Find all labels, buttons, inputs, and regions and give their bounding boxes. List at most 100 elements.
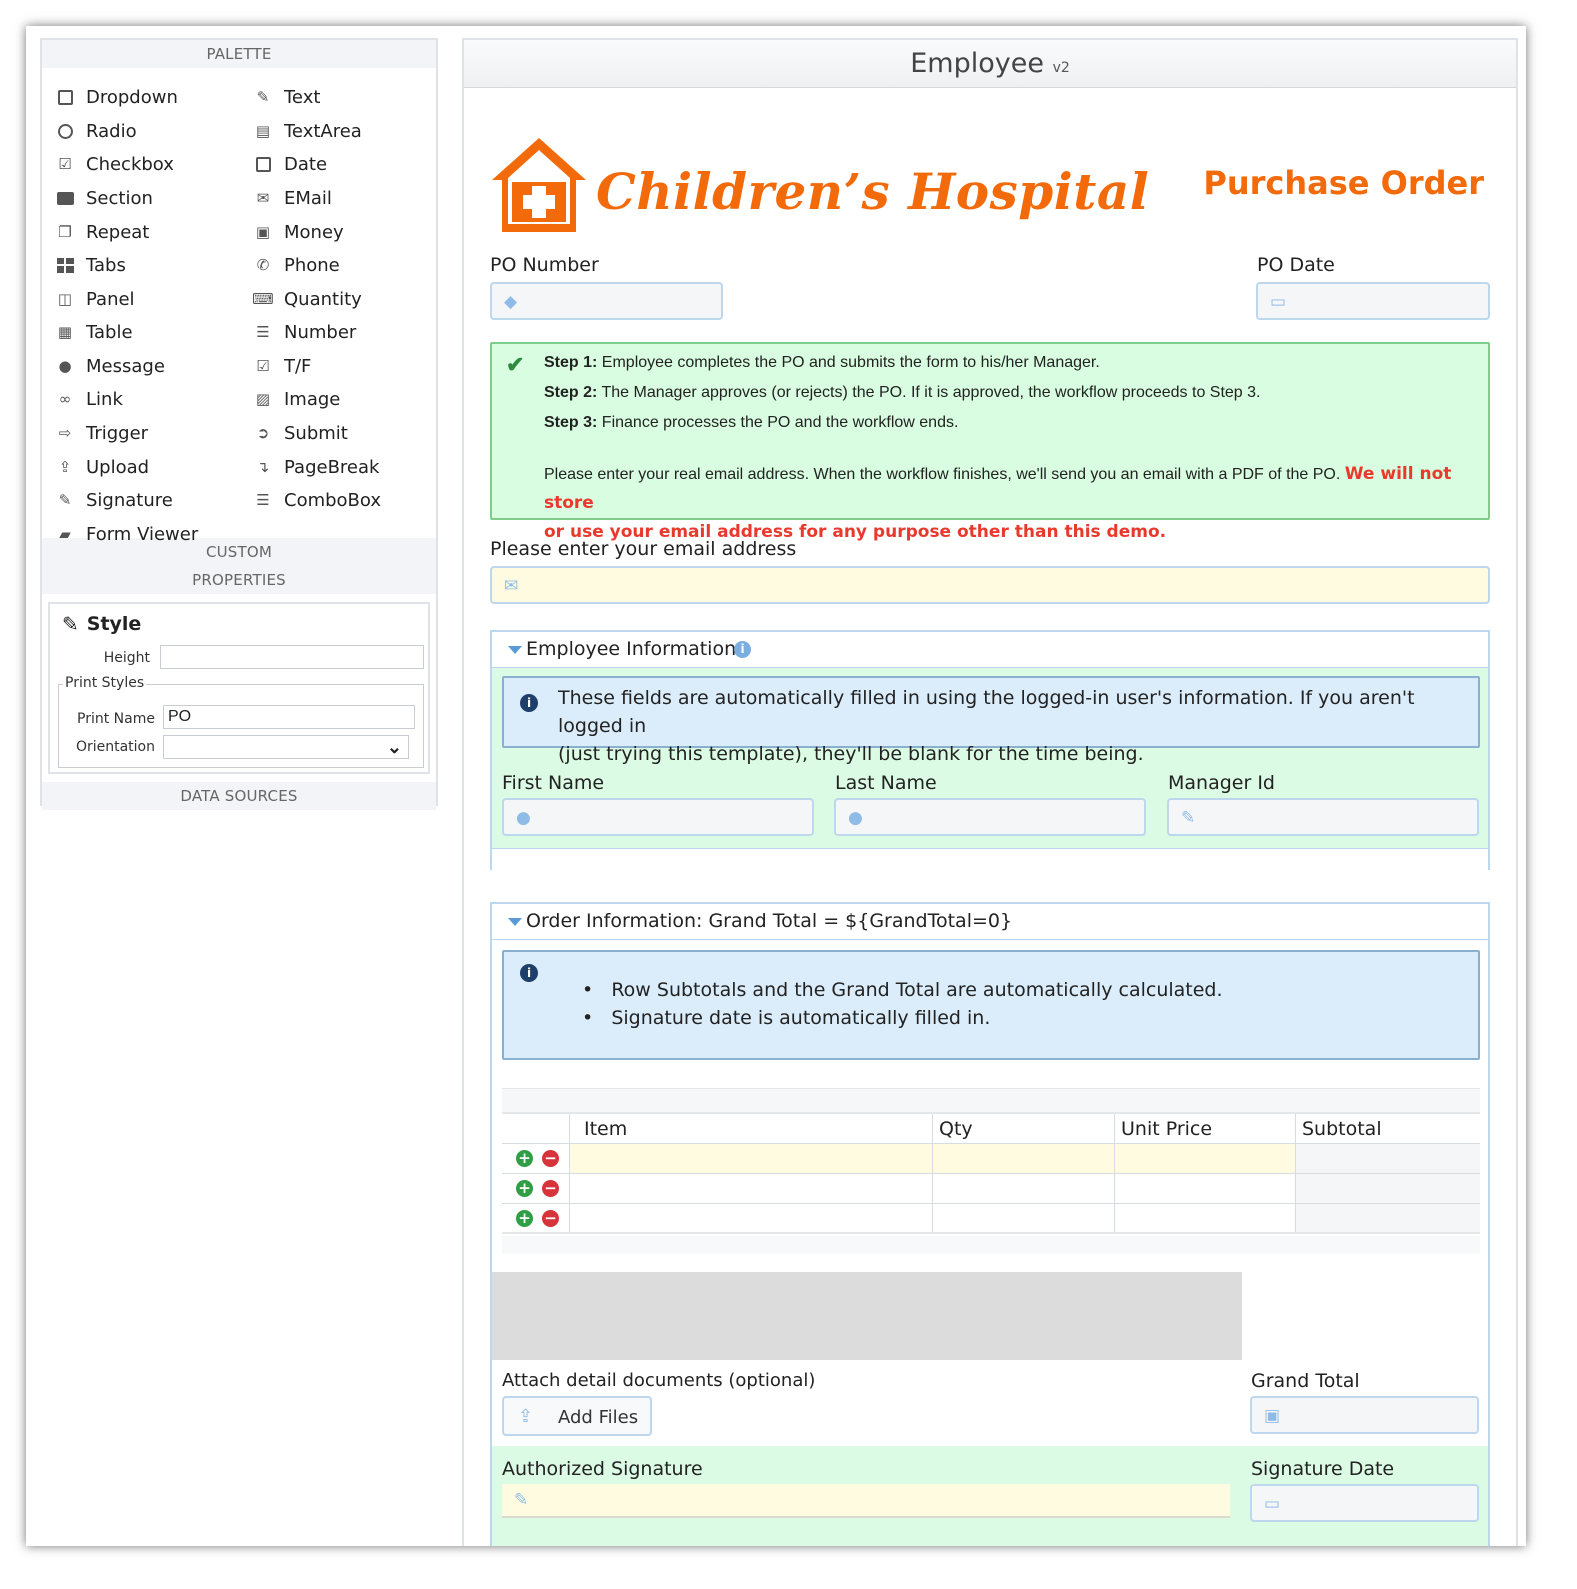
palette-item-submit[interactable]: ➲ Submit [252, 418, 348, 448]
palette-item-money[interactable]: ▣ Money [252, 217, 344, 247]
palette-item-tf[interactable]: ☑ T/F [252, 351, 311, 381]
style-title-label: Style [86, 613, 142, 635]
palette-item-label: Number [284, 321, 357, 343]
palette-item-checkbox[interactable]: ☑ Checkbox [54, 149, 174, 179]
palette-item-repeat[interactable]: ❐ Repeat [54, 217, 149, 247]
palette-item-panel[interactable]: ◫ Panel [54, 284, 135, 314]
unit-price-cell[interactable] [1115, 1144, 1296, 1173]
palette-item-label: Image [284, 388, 341, 410]
check-icon: ✔ [506, 352, 525, 377]
column-header-qty[interactable]: Qty [933, 1114, 1115, 1143]
remove-row-icon[interactable]: − [542, 1180, 559, 1197]
manager-id-input[interactable]: ✎ [1167, 798, 1479, 836]
orientation-select[interactable]: ⌄ [163, 735, 409, 759]
order-panel-header[interactable]: Order Information: Grand Total = ${Grand… [492, 904, 1488, 940]
add-files-button[interactable]: ⇪ Add Files [502, 1396, 652, 1436]
add-row-icon[interactable]: + [516, 1180, 533, 1197]
palette-item-date[interactable]: Date [252, 149, 327, 179]
email-input[interactable]: ✉ [490, 566, 1490, 604]
palette-item-combobox[interactable]: ☰ ComboBox [252, 485, 381, 515]
palette-item-radio[interactable]: Radio [54, 116, 137, 146]
qty-cell[interactable] [933, 1144, 1115, 1173]
first-name-input[interactable]: ● [502, 798, 814, 836]
column-header-subtotal[interactable]: Subtotal [1296, 1114, 1480, 1143]
column-header-unit-price[interactable]: Unit Price [1115, 1114, 1296, 1143]
attach-documents-label: Attach detail documents (optional) [502, 1370, 816, 1391]
add-files-label: Add Files [558, 1407, 639, 1428]
palette-item-textarea[interactable]: ▤ TextArea [252, 116, 362, 146]
signature-pad[interactable]: ✎ [502, 1484, 1230, 1518]
palette-item-label: Tabs [86, 254, 126, 276]
level-down-icon: ↴ [256, 458, 270, 476]
height-input[interactable] [160, 645, 424, 669]
palette-item-tabs[interactable]: Tabs [54, 250, 126, 280]
bullet-item: • Signature date is automatically filled… [582, 1007, 991, 1029]
palette-item-message[interactable]: ● Message [54, 351, 164, 381]
unit-price-cell[interactable] [1115, 1204, 1296, 1232]
palette-item-upload[interactable]: ⇪ Upload [54, 452, 149, 482]
add-row-icon[interactable]: + [516, 1210, 533, 1227]
palette-item-label: Signature [86, 489, 173, 511]
info-circle-icon: i [520, 694, 538, 712]
palette-item-email[interactable]: ✉ EMail [252, 183, 332, 213]
print-styles-fieldset: Print Styles Print Name PO Orientation ⌄ [58, 675, 424, 768]
item-cell[interactable] [570, 1144, 933, 1173]
column-header-item[interactable]: Item [570, 1114, 933, 1143]
palette-item-link[interactable]: ∞ Link [54, 384, 123, 414]
remove-row-icon[interactable]: − [542, 1150, 559, 1167]
order-info-bullets: • Row Subtotals and the Grand Total are … [582, 976, 1223, 1032]
last-name-input[interactable]: ● [834, 798, 1146, 836]
step-label: Step 3: [544, 414, 598, 431]
file-drop-area[interactable] [492, 1272, 1242, 1360]
unit-price-cell[interactable] [1115, 1174, 1296, 1203]
palette-item-label: Link [86, 388, 123, 410]
row-actions-header [502, 1114, 570, 1143]
palette-item-pagebreak[interactable]: ↴ PageBreak [252, 452, 380, 482]
table-footer [502, 1236, 1480, 1254]
palette-item-quantity[interactable]: ⌨ Quantity [252, 284, 362, 314]
palette-item-signature[interactable]: ✎ Signature [54, 485, 173, 515]
calendar-icon [252, 155, 274, 173]
palette-item-label: Quantity [284, 288, 362, 310]
info-icon[interactable]: i [734, 641, 751, 658]
employee-panel-header[interactable]: Employee Information i [492, 632, 1488, 668]
link-icon: ∞ [58, 390, 72, 408]
palette-item-text[interactable]: ✎ Text [252, 82, 321, 112]
caret-down-icon[interactable] [508, 918, 522, 926]
table-row: + − [502, 1204, 1480, 1234]
palette-item-section[interactable]: Section [54, 183, 153, 213]
palette-item-label: Date [284, 153, 328, 175]
textarea-icon: ▤ [255, 122, 271, 140]
po-number-input[interactable]: ◆ [490, 282, 723, 320]
print-styles-legend: Print Styles [63, 675, 147, 691]
table-row: + − [502, 1144, 1480, 1174]
item-cell[interactable] [570, 1174, 933, 1203]
item-cell[interactable] [570, 1204, 933, 1232]
properties-header[interactable]: PROPERTIES [42, 566, 436, 594]
add-row-icon[interactable]: + [516, 1150, 533, 1167]
palette-item-number[interactable]: ☰ Number [252, 317, 356, 347]
palette-item-label: Text [284, 86, 321, 108]
palette-item-label: Radio [86, 120, 137, 142]
user-icon: ● [848, 808, 863, 828]
po-date-input[interactable]: ▭ [1256, 282, 1490, 320]
palette-item-phone[interactable]: ✆ Phone [252, 250, 340, 280]
remove-row-icon[interactable]: − [542, 1210, 559, 1227]
print-name-input[interactable]: PO [163, 705, 415, 729]
palette-item-dropdown[interactable]: Dropdown [54, 82, 178, 112]
qty-cell[interactable] [933, 1174, 1115, 1203]
palette-item-trigger[interactable]: ⇨ Trigger [54, 418, 148, 448]
palette-item-table[interactable]: ▦ Table [54, 317, 133, 347]
palette-header[interactable]: PALETTE [42, 40, 436, 68]
step-text: Finance processes the PO and the workflo… [597, 414, 959, 431]
palette-item-form-viewer[interactable]: ▰ Form Viewer [54, 519, 198, 549]
qty-cell[interactable] [933, 1204, 1115, 1232]
workflow-steps-message: ✔ Step 1: Employee completes the PO and … [490, 342, 1490, 542]
table-header-row: Item Qty Unit Price Subtotal [502, 1112, 1480, 1144]
data-sources-header[interactable]: DATA SOURCES [42, 782, 436, 810]
palette-item-image[interactable]: ▨ Image [252, 384, 340, 414]
caret-down-icon[interactable] [508, 646, 522, 654]
subtotal-cell [1296, 1144, 1480, 1173]
order-panel-title: Order Information: Grand Total = ${Grand… [526, 910, 1013, 932]
dropdown-icon [54, 88, 76, 106]
